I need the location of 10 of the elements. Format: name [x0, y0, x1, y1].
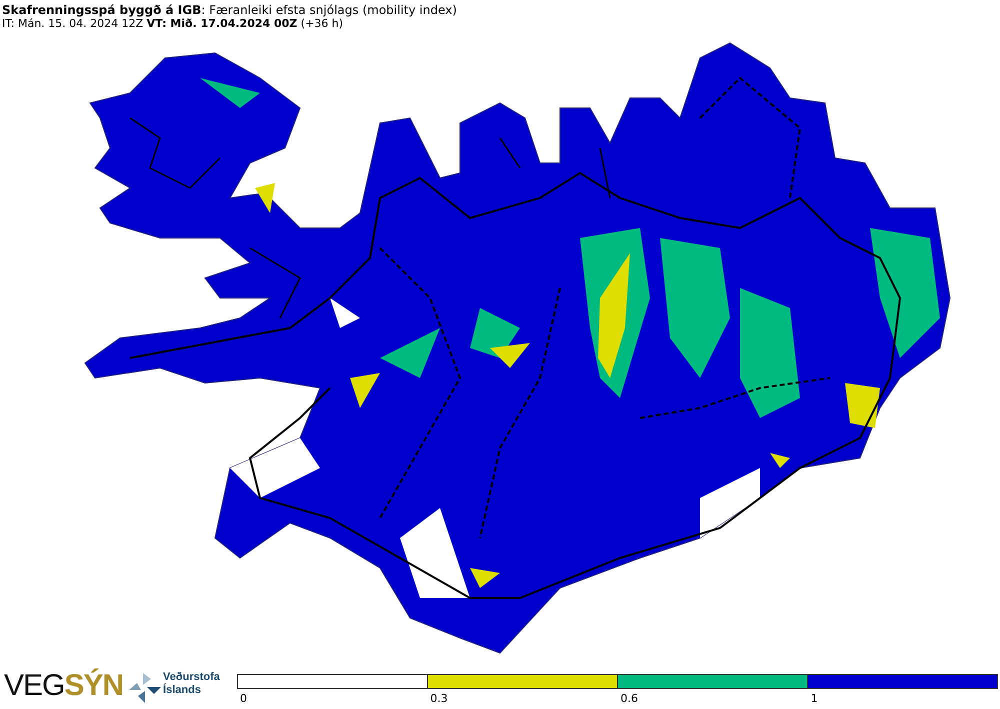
- map-title: Skafrenningsspá byggð á IGB: Færanleiki efsta snjólags (mobility index): [2, 3, 458, 17]
- islands-text: Íslands: [163, 684, 202, 697]
- legend-tick-label: 0.6: [620, 692, 638, 705]
- legend-tick-label: 1: [810, 692, 818, 705]
- star-logo-icon: [129, 673, 162, 703]
- legend-tick-label: 0: [240, 692, 248, 705]
- legend-tick-label: 0.3: [430, 692, 448, 705]
- vedurstofa-text: Veðurstofa: [163, 671, 221, 683]
- vegsyn-logo: VEGSÝN: [4, 670, 124, 702]
- forecast-time: IT: Mán. 15. 04. 2024 12Z VT: Mið. 17.04.2024 00Z (+36 h): [2, 17, 344, 31]
